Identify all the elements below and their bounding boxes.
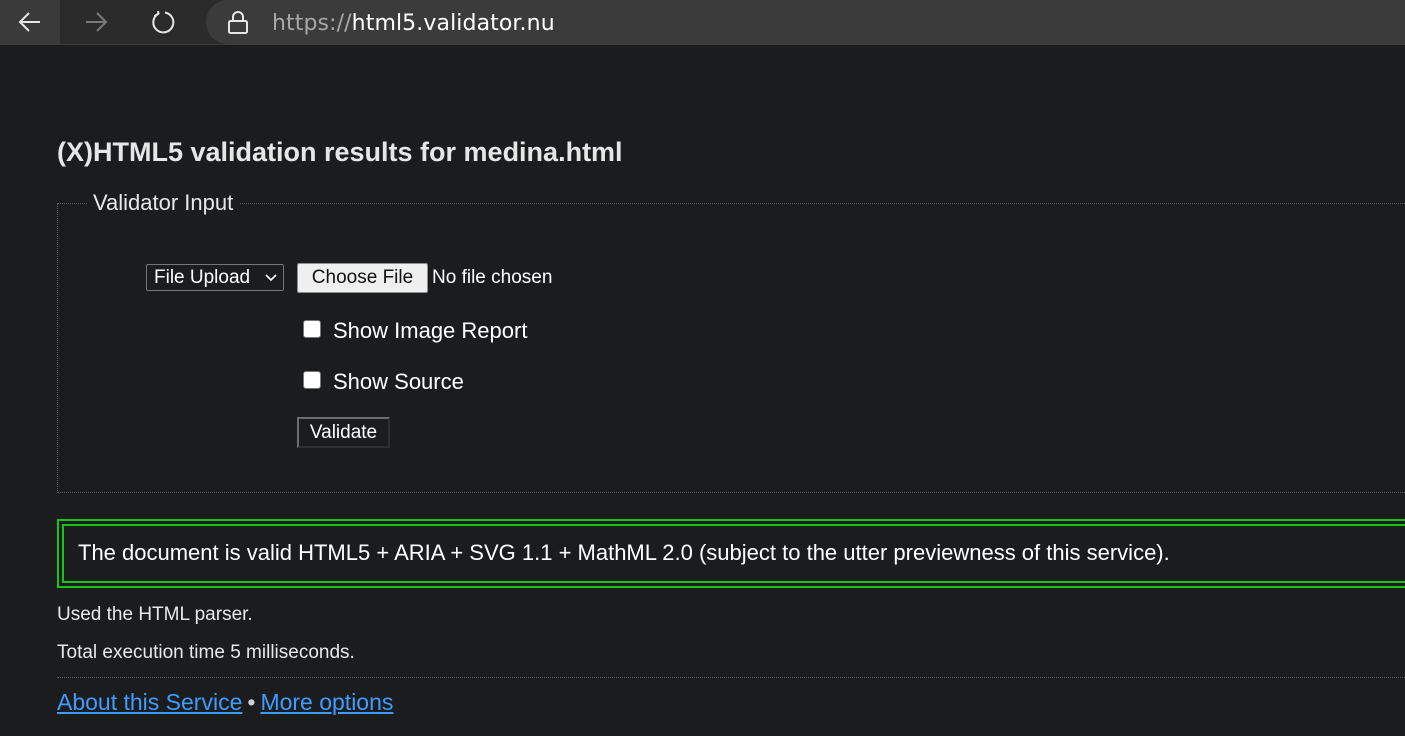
- about-service-link[interactable]: About this Service: [57, 689, 242, 715]
- address-bar[interactable]: https://html5.validator.nu: [206, 0, 1405, 44]
- show-source-label[interactable]: Show Source: [333, 369, 464, 395]
- forward-button[interactable]: [66, 0, 126, 44]
- success-message: The document is valid HTML5 + ARIA + SVG…: [78, 540, 1170, 565]
- execution-time-note: Total execution time 5 milliseconds.: [57, 642, 355, 663]
- url-scheme: https://: [272, 11, 352, 36]
- browser-toolbar: https://html5.validator.nu: [0, 0, 1405, 45]
- more-options-link[interactable]: More options: [260, 689, 393, 715]
- reload-button[interactable]: [132, 0, 192, 44]
- forward-arrow-icon: [86, 12, 108, 32]
- input-mode-select[interactable]: File Upload: [146, 264, 284, 291]
- file-status-text: No file chosen: [432, 267, 553, 288]
- back-arrow-icon: [18, 12, 40, 32]
- url-text[interactable]: https://html5.validator.nu: [272, 11, 555, 36]
- url-host: html5.validator.nu: [351, 11, 555, 36]
- parser-note: Used the HTML parser.: [57, 604, 253, 625]
- footer-divider: [57, 677, 1405, 678]
- show-image-report-label[interactable]: Show Image Report: [333, 318, 527, 344]
- validator-input-fieldset: [57, 203, 1405, 493]
- show-image-report-checkbox[interactable]: [303, 320, 321, 338]
- input-mode-value: File Upload: [154, 266, 251, 288]
- show-source-checkbox[interactable]: [303, 371, 321, 389]
- chevron-down-icon: [265, 274, 277, 282]
- lock-icon: [228, 11, 248, 34]
- page-title: (X)HTML5 validation results for medina.h…: [57, 137, 623, 167]
- footer-separator: •: [247, 689, 256, 715]
- validate-button[interactable]: Validate: [297, 417, 390, 448]
- choose-file-button[interactable]: Choose File: [297, 263, 428, 293]
- reload-icon: [152, 10, 175, 34]
- footer-links: About this Service • More options: [57, 689, 393, 716]
- back-button[interactable]: [0, 0, 60, 44]
- fieldset-legend: Validator Input: [87, 190, 240, 216]
